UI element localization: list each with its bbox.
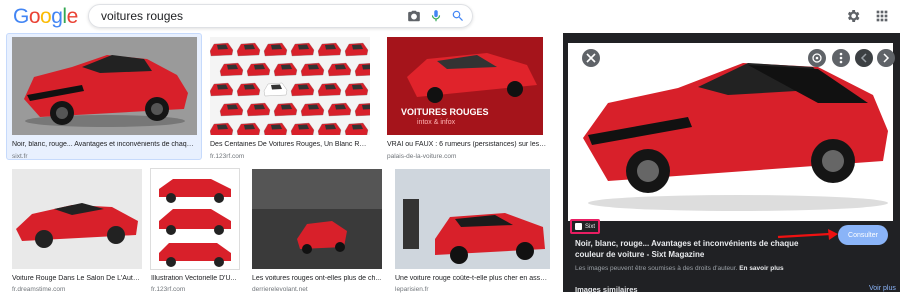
car-graphic	[300, 102, 325, 117]
result-title-1[interactable]: Noir, blanc, rouge... Avantages et incon…	[12, 141, 197, 148]
microphone-icon[interactable]	[429, 9, 443, 23]
lens-icon	[812, 53, 822, 63]
header: Google	[0, 0, 900, 33]
car-graphic	[273, 62, 298, 77]
car-graphic	[219, 102, 244, 117]
result-title-6[interactable]: Les voitures rouges ont-elles plus de ch…	[252, 275, 382, 282]
result-card-5[interactable]: Illustration Vectorielle D'U... fr.123rf…	[151, 169, 243, 293]
more-options-button[interactable]	[832, 49, 850, 67]
car-graphic	[219, 62, 244, 77]
settings-gear-icon[interactable]	[845, 8, 861, 24]
car-graphic	[290, 82, 315, 97]
overlay-subtitle: intox & infox	[417, 119, 456, 126]
car-graphic	[344, 82, 369, 97]
result-image-7[interactable]	[395, 169, 550, 269]
car-graphic	[236, 122, 261, 135]
result-card-4[interactable]: Voiture Rouge Dans Le Salon De L'Auto ..…	[12, 169, 142, 293]
copyright-note: Les images peuvent être soumises à des d…	[575, 265, 784, 272]
car-graphic	[263, 42, 288, 57]
result-card-3[interactable]: VOITURES ROUGES intox & infox VRAI ou FA…	[387, 37, 547, 160]
image-preview-panel: Sixt Noir, blanc, rouge... Avantages et …	[563, 33, 900, 294]
source-label: Sixt	[585, 223, 596, 230]
car-graphic	[210, 122, 234, 135]
image-results-grid: Noir, blanc, rouge... Avantages et incon…	[0, 33, 560, 293]
result-image-5[interactable]	[151, 169, 239, 269]
car-graphic	[344, 122, 369, 135]
result-source-2: fr.123rf.com	[210, 153, 245, 160]
car-graphic	[317, 122, 342, 135]
car-graphic	[246, 102, 271, 117]
chevron-right-icon	[883, 53, 890, 63]
car-graphic	[210, 82, 234, 97]
result-title-4[interactable]: Voiture Rouge Dans Le Salon De L'Auto ..…	[12, 275, 142, 282]
result-title-5[interactable]: Illustration Vectorielle D'U...	[151, 275, 243, 282]
result-image-1[interactable]	[12, 37, 197, 135]
lens-button[interactable]	[808, 49, 826, 67]
similar-images-heading: Images similaires	[575, 285, 638, 294]
result-title-3[interactable]: VRAI ou FAUX : 6 rumeurs (persistances) …	[387, 141, 547, 148]
car-graphic	[327, 62, 352, 77]
car-graphic	[327, 102, 352, 117]
result-source-1: sixt.fr	[12, 153, 28, 160]
result-title-7[interactable]: Une voiture rouge coûte-t-elle plus cher…	[395, 275, 550, 282]
search-box	[88, 4, 473, 28]
search-input[interactable]	[101, 8, 391, 24]
result-image-3[interactable]: VOITURES ROUGES intox & infox	[387, 37, 543, 135]
camera-icon[interactable]	[407, 9, 421, 23]
previous-button[interactable]	[855, 49, 873, 67]
car-graphic	[236, 42, 261, 57]
close-button[interactable]	[582, 49, 600, 67]
result-title-2[interactable]: Des Centaines De Voitures Rouges, Un Bla…	[210, 141, 370, 148]
source-badge[interactable]: Sixt	[570, 219, 601, 234]
result-source-3: palais-de-la-voiture.com	[387, 153, 457, 160]
car-graphic	[236, 82, 261, 97]
sixt-logo-icon	[575, 223, 582, 230]
car-graphic	[263, 82, 288, 97]
car-graphic	[210, 42, 234, 57]
car-graphic	[317, 42, 342, 57]
car-graphic	[354, 63, 370, 77]
result-image-2[interactable]	[210, 37, 370, 135]
preview-image[interactable]	[568, 43, 893, 221]
more-vert-icon	[839, 52, 843, 64]
google-logo[interactable]: Google	[13, 5, 78, 29]
result-image-6[interactable]	[252, 169, 382, 269]
car-graphic	[300, 62, 325, 77]
chevron-left-icon	[860, 53, 867, 63]
car-graphic	[344, 42, 369, 57]
result-image-4[interactable]	[12, 169, 142, 269]
close-icon	[586, 53, 596, 63]
result-card-1[interactable]: Noir, blanc, rouge... Avantages et incon…	[12, 37, 197, 160]
next-button[interactable]	[877, 49, 895, 67]
car-graphic	[317, 82, 342, 97]
red-arrow-annotation	[777, 229, 838, 240]
car-graphic	[290, 42, 315, 57]
result-card-2[interactable]: Des Centaines De Voitures Rouges, Un Bla…	[210, 37, 370, 160]
result-card-7[interactable]: Une voiture rouge coûte-t-elle plus cher…	[395, 169, 550, 293]
learn-more-link[interactable]: En savoir plus	[739, 265, 783, 272]
consult-button[interactable]: Consulter	[838, 225, 888, 245]
apps-grid-icon[interactable]	[874, 8, 890, 24]
car-graphic	[246, 62, 271, 77]
car-graphic	[263, 122, 288, 135]
overlay-title: VOITURES ROUGES	[401, 107, 489, 117]
car-graphic	[273, 102, 298, 117]
car-graphic	[354, 103, 370, 117]
result-card-6[interactable]: Les voitures rouges ont-elles plus de ch…	[252, 169, 386, 293]
car-graphic	[290, 122, 315, 135]
search-icon[interactable]	[451, 9, 465, 23]
see-more-link[interactable]: Voir plus	[869, 285, 896, 292]
